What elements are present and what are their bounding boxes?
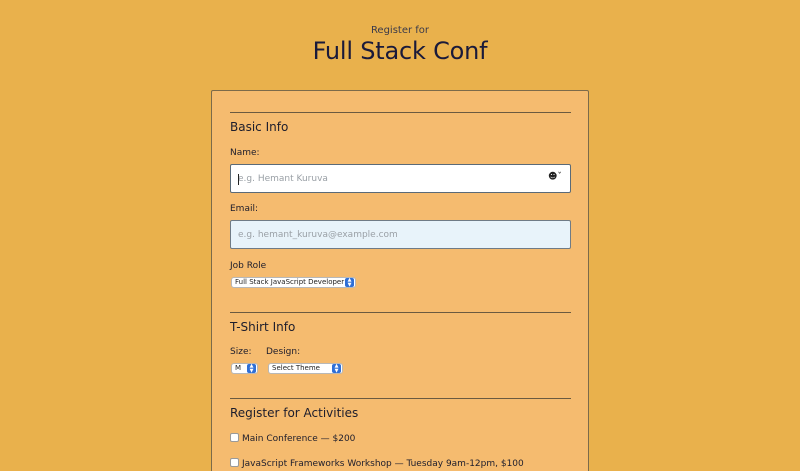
select-arrows-icon: ▲ ▼	[247, 364, 256, 373]
section-divider	[230, 398, 571, 399]
activity-label: Main Conference — $200	[242, 434, 356, 444]
select-arrows-icon: ▲ ▼	[345, 278, 354, 287]
activity-main-conference[interactable]: Main Conference — $200	[230, 433, 355, 444]
section-divider	[230, 312, 571, 313]
registration-form: Basic Info Name: ☻ˇ Email: Job Role Full…	[211, 90, 589, 471]
basic-info-heading: Basic Info	[230, 120, 289, 134]
name-input[interactable]	[230, 164, 571, 193]
activity-js-frameworks[interactable]: JavaScript Frameworks Workshop — Tuesday…	[230, 458, 524, 469]
design-selected-value: Select Theme	[272, 364, 320, 372]
size-label: Size:	[230, 347, 252, 357]
activity-label: JavaScript Frameworks Workshop — Tuesday…	[242, 459, 524, 469]
size-select[interactable]: M ▲ ▼	[231, 363, 258, 374]
register-kicker: Register for	[370, 25, 430, 36]
activity-checkbox[interactable]	[230, 458, 239, 467]
job-role-label: Job Role	[230, 261, 267, 271]
job-role-selected-value: Full Stack JavaScript Developer	[235, 278, 345, 286]
design-select[interactable]: Select Theme ▲ ▼	[268, 363, 343, 374]
job-role-select[interactable]: Full Stack JavaScript Developer ▲ ▼	[231, 277, 356, 288]
design-label: Design:	[266, 347, 301, 357]
select-arrows-icon: ▲ ▼	[332, 364, 341, 373]
email-input[interactable]	[230, 220, 571, 249]
section-divider	[230, 112, 571, 113]
page-title: Full Stack Conf	[312, 37, 488, 65]
activities-heading: Register for Activities	[230, 406, 359, 420]
name-label: Name:	[230, 148, 260, 158]
activity-checkbox[interactable]	[230, 433, 239, 442]
size-selected-value: M	[235, 364, 242, 372]
text-caret	[238, 174, 239, 185]
email-label: Email:	[230, 204, 259, 214]
tshirt-info-heading: T-Shirt Info	[230, 320, 296, 334]
contact-autofill-icon[interactable]: ☻ˇ	[548, 172, 562, 182]
